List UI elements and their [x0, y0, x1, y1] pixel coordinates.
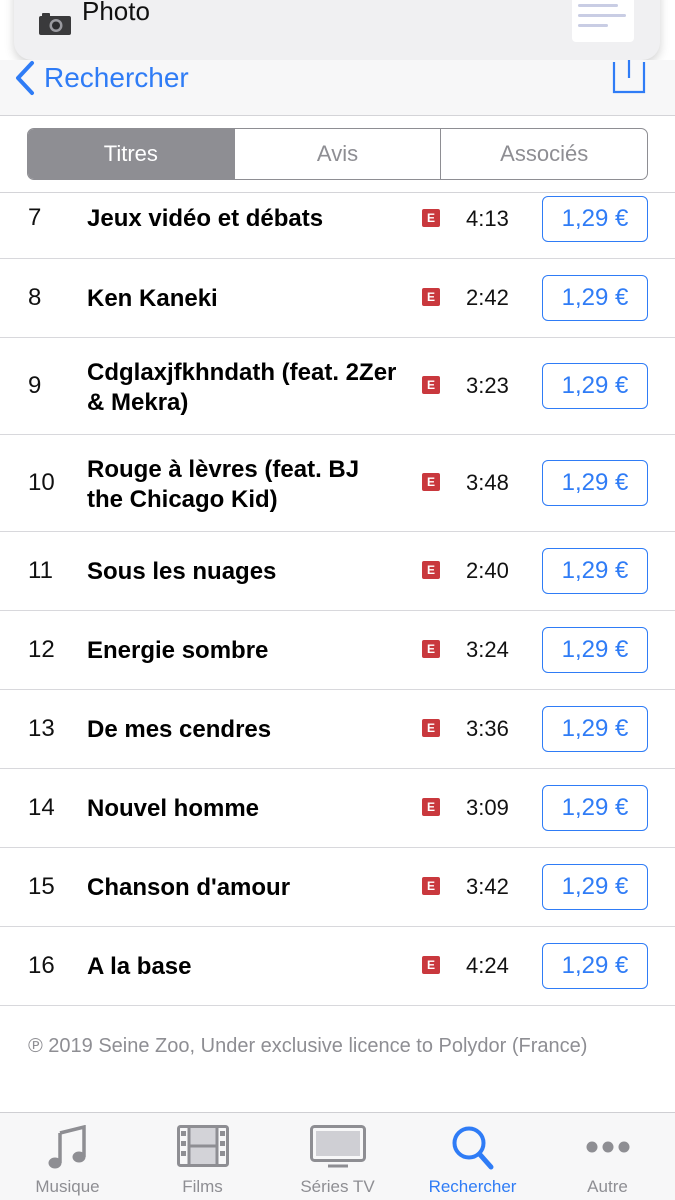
track-title: Ken Kaneki	[87, 285, 218, 312]
explicit-badge: E	[422, 561, 440, 579]
buy-price-button[interactable]: 1,29 €	[542, 548, 648, 594]
explicit-badge: E	[422, 376, 440, 394]
explicit-badge: E	[422, 956, 440, 974]
explicit-badge: E	[422, 640, 440, 658]
buy-price-button[interactable]: 1,29 €	[542, 864, 648, 910]
explicit-badge: E	[422, 288, 440, 306]
buy-price-button[interactable]: 1,29 €	[542, 460, 648, 506]
tv-icon	[309, 1125, 366, 1168]
explicit-badge: E	[422, 877, 440, 895]
track-number: 13	[28, 715, 55, 742]
explicit-badge: E	[422, 798, 440, 816]
track-number: 7	[28, 204, 42, 231]
track-number: 14	[28, 794, 55, 821]
buy-price-button[interactable]: 1,29 €	[542, 706, 648, 752]
track-duration: 2:42	[466, 285, 509, 310]
track-number: 9	[28, 372, 42, 399]
track-title: De mes cendres	[87, 716, 272, 743]
track-title: A la base	[87, 953, 192, 980]
buy-price-button[interactable]: 1,29 €	[542, 363, 648, 409]
tab-musique[interactable]: Musique	[0, 1113, 135, 1200]
film-icon	[176, 1125, 229, 1167]
track-title: Rouge à lèvres (feat. BJ the Chicago Kid…	[87, 456, 360, 513]
track-duration: 2:40	[466, 558, 509, 583]
buy-price-button[interactable]: 1,29 €	[542, 943, 648, 989]
back-button[interactable]: Rechercher	[14, 60, 189, 96]
track-duration: 3:24	[466, 637, 509, 662]
track-row[interactable]: 8 Ken Kaneki E 2:42 1,29 €	[0, 259, 675, 338]
segmented-control: Titres Avis Associés	[27, 128, 648, 180]
camera-icon	[39, 13, 71, 35]
tab-label: Musique	[35, 1177, 100, 1196]
track-number: 15	[28, 873, 55, 900]
track-number: 12	[28, 636, 55, 663]
search-icon	[452, 1126, 493, 1170]
notification-banner[interactable]: Photo	[14, 0, 660, 60]
segment-titres[interactable]: Titres	[28, 129, 234, 179]
track-number: 11	[28, 557, 53, 584]
more-icon	[586, 1141, 629, 1153]
track-row[interactable]: 13 De mes cendres E 3:36 1,29 €	[0, 690, 675, 769]
track-title: Energie sombre	[87, 637, 269, 664]
explicit-badge: E	[422, 209, 440, 227]
tab-bar: Musique Films Séries TV Rechercher Autre	[0, 1112, 675, 1200]
explicit-badge: E	[422, 473, 440, 491]
track-title: Nouvel homme	[87, 795, 260, 822]
notification-text: Photo	[82, 0, 150, 26]
music-note-icon	[48, 1125, 86, 1169]
tab-label: Autre	[587, 1177, 628, 1196]
tab-label: Films	[182, 1177, 223, 1196]
track-row[interactable]: 16 A la base E 4:24 1,29 €	[0, 927, 675, 1006]
track-list: 7 Jeux vidéo et débats E 4:13 1,29 € 8 K…	[0, 181, 675, 1006]
track-row[interactable]: 11 Sous les nuages E 2:40 1,29 €	[0, 532, 675, 611]
track-row[interactable]: 14 Nouvel homme E 3:09 1,29 €	[0, 769, 675, 848]
track-duration: 3:36	[466, 716, 509, 741]
track-duration: 3:23	[466, 373, 509, 398]
track-row[interactable]: 15 Chanson d'amour E 3:42 1,29 €	[0, 848, 675, 927]
buy-price-button[interactable]: 1,29 €	[542, 785, 648, 831]
track-duration: 4:24	[466, 953, 509, 978]
tab-autre[interactable]: Autre	[540, 1113, 675, 1200]
track-duration: 3:48	[466, 470, 509, 495]
buy-price-button[interactable]: 1,29 €	[542, 196, 648, 242]
explicit-badge: E	[422, 719, 440, 737]
track-title: Sous les nuages	[87, 558, 277, 585]
tab-label: Séries TV	[300, 1177, 375, 1196]
back-label: Rechercher	[44, 62, 189, 93]
track-title: Jeux vidéo et débats	[87, 205, 324, 232]
track-duration: 3:09	[466, 795, 509, 820]
track-duration: 4:13	[466, 206, 509, 231]
tab-label: Rechercher	[428, 1177, 517, 1196]
track-number: 8	[28, 284, 42, 311]
segment-associes[interactable]: Associés	[440, 129, 647, 179]
track-row[interactable]: 10 Rouge à lèvres (feat. BJ the Chicago …	[0, 435, 675, 532]
track-number: 10	[28, 469, 55, 496]
track-row[interactable]: 9 Cdglaxjfkhndath (feat. 2Zer & Mekra) E…	[0, 338, 675, 435]
track-title: Cdglaxjfkhndath (feat. 2Zer & Mekra)	[87, 359, 397, 416]
chevron-left-icon	[16, 61, 34, 95]
segment-avis[interactable]: Avis	[233, 129, 441, 179]
buy-price-button[interactable]: 1,29 €	[542, 627, 648, 673]
tab-rechercher[interactable]: Rechercher	[405, 1113, 540, 1200]
track-duration: 3:42	[466, 874, 509, 899]
buy-price-button[interactable]: 1,29 €	[542, 275, 648, 321]
track-title: Chanson d'amour	[87, 874, 291, 901]
notification-thumbnail	[572, 0, 634, 42]
track-number: 16	[28, 952, 55, 979]
tab-films[interactable]: Films	[135, 1113, 270, 1200]
track-row[interactable]: 7 Jeux vidéo et débats E 4:13 1,29 €	[0, 181, 675, 259]
share-icon[interactable]	[611, 60, 647, 94]
tab-series-tv[interactable]: Séries TV	[270, 1113, 405, 1200]
navigation-bar: Rechercher	[0, 60, 675, 116]
track-row[interactable]: 12 Energie sombre E 3:24 1,29 €	[0, 611, 675, 690]
copyright-text: ℗ 2019 Seine Zoo, Under exclusive licenc…	[28, 1035, 588, 1057]
